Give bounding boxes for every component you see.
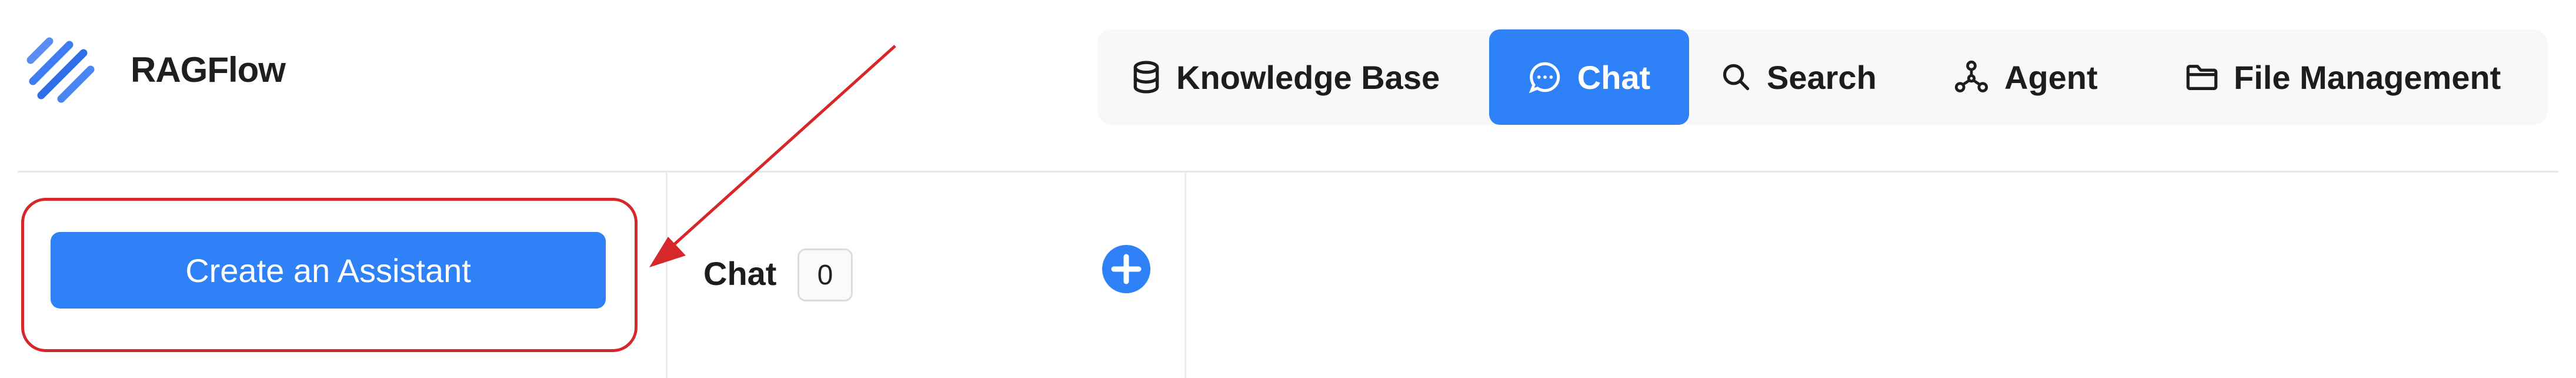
nav-item-file-management[interactable]: File Management <box>2185 29 2501 125</box>
ragflow-logo <box>26 37 95 103</box>
database-icon <box>1133 61 1159 94</box>
nav-label-knowledge-base: Knowledge Base <box>1176 58 1440 96</box>
sidebar-divider <box>666 172 668 378</box>
nav-item-chat[interactable]: Chat <box>1489 29 1689 125</box>
top-navigation: Knowledge Base Chat Search Agent File Ma… <box>1097 29 2548 125</box>
app-name: RAGFlow <box>131 50 286 89</box>
nav-label-agent: Agent <box>2004 58 2098 96</box>
nav-item-knowledge-base[interactable]: Knowledge Base <box>1132 29 1440 125</box>
nav-label-chat: Chat <box>1577 58 1651 96</box>
nav-item-search[interactable]: Search <box>1721 29 1877 125</box>
nav-label-search: Search <box>1767 58 1877 96</box>
chat-count-badge: 0 <box>798 248 853 301</box>
chat-list-title: Chat <box>703 255 777 292</box>
search-icon <box>1723 64 1750 91</box>
header-divider <box>18 171 2558 173</box>
nav-label-file-management: File Management <box>2234 58 2501 96</box>
chat-list-divider <box>1184 172 1186 378</box>
create-assistant-button[interactable]: Create an Assistant <box>51 232 606 309</box>
agent-graph-icon <box>1954 60 1988 92</box>
chat-bubble-icon <box>1529 62 1560 94</box>
folder-icon <box>2186 65 2218 90</box>
nav-item-agent[interactable]: Agent <box>1954 29 2098 125</box>
plus-circle-icon[interactable] <box>1101 244 1152 294</box>
